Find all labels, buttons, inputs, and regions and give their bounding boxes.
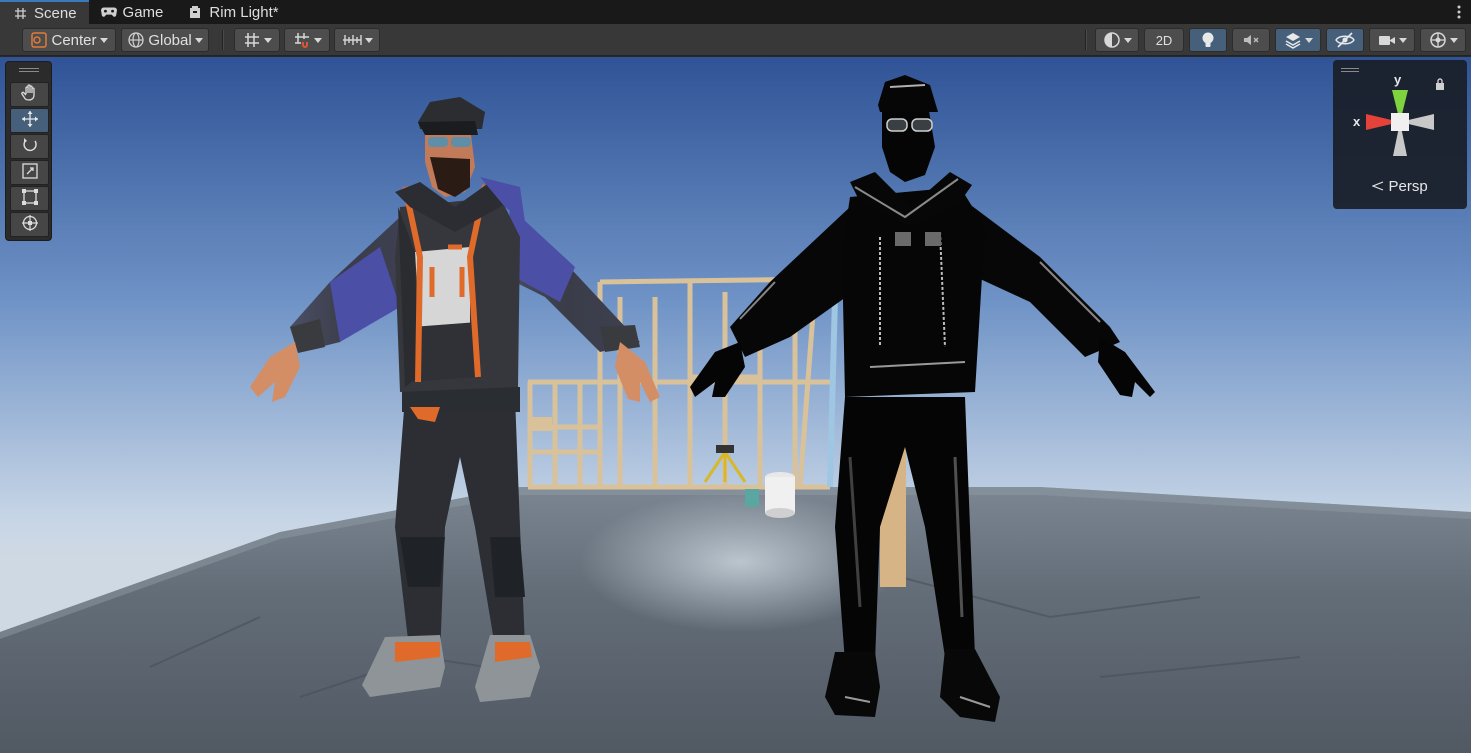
file-icon: [187, 4, 203, 20]
scale-icon: [21, 162, 39, 183]
scene-visibility-button[interactable]: [1326, 28, 1364, 52]
tab-label: Rim Light*: [209, 3, 279, 21]
rect-tool-button[interactable]: [10, 186, 49, 211]
tab-game[interactable]: Game: [89, 0, 176, 24]
view-tool-button[interactable]: [10, 82, 49, 107]
shading-sphere-icon: [1103, 31, 1121, 49]
rect-transform-icon: [21, 188, 39, 209]
rotate-icon: [21, 136, 39, 157]
projection-toggle[interactable]: Persp: [1333, 178, 1467, 195]
orientation-gizmo[interactable]: y x Persp: [1333, 60, 1467, 209]
projection-label: Persp: [1388, 178, 1428, 195]
camera-icon: [1378, 33, 1396, 47]
perspective-icon: [1371, 178, 1388, 195]
transform-combined-icon: [21, 214, 39, 235]
globe-icon: [127, 31, 145, 49]
gizmos-dropdown[interactable]: [1420, 28, 1466, 52]
transform-tool-button[interactable]: [10, 212, 49, 237]
chevron-down-icon: [1398, 37, 1407, 43]
rotate-tool-button[interactable]: [10, 134, 49, 159]
tab-label: Scene: [34, 4, 77, 22]
move-arrows-icon: [21, 110, 39, 131]
pivot-label: Center: [51, 31, 97, 49]
move-tool-button[interactable]: [10, 108, 49, 133]
camera-settings-dropdown[interactable]: [1369, 28, 1415, 52]
toggle-2d-button[interactable]: 2D: [1144, 28, 1184, 52]
grid-icon: [243, 31, 261, 49]
chevron-down-icon: [364, 37, 373, 43]
chevron-down-icon: [263, 37, 272, 43]
chevron-down-icon: [1449, 37, 1458, 43]
tab-scene[interactable]: Scene: [0, 0, 89, 24]
mute-speaker-icon: [1242, 32, 1260, 48]
grid-snapping-dropdown[interactable]: [284, 28, 330, 52]
effects-layers-icon: [1284, 31, 1302, 49]
grid-visibility-dropdown[interactable]: [234, 28, 280, 52]
gizmo-globe-icon: [1429, 31, 1447, 49]
tab-bar: Scene Game Rim Light*: [0, 0, 1471, 24]
chevron-down-icon: [1304, 37, 1313, 43]
chevron-down-icon: [313, 37, 322, 43]
gamepad-icon: [100, 4, 117, 20]
pivot-icon: [30, 31, 48, 49]
toggle-audio-button[interactable]: [1232, 28, 1270, 52]
lightbulb-icon: [1201, 31, 1215, 49]
increment-snapping-dropdown[interactable]: [334, 28, 380, 52]
more-options-icon[interactable]: [1447, 0, 1471, 24]
scene-toolbar: Center Global 2D: [0, 24, 1471, 56]
tab-label: Game: [122, 3, 164, 21]
gizmo-x-label: x: [1353, 114, 1361, 129]
hash-icon: [12, 5, 28, 21]
scene-render: [0, 57, 1471, 753]
chevron-down-icon: [1123, 37, 1132, 43]
toggle-lighting-button[interactable]: [1189, 28, 1227, 52]
eye-hidden-icon: [1335, 32, 1355, 48]
effects-dropdown[interactable]: [1275, 28, 1321, 52]
gizmo-y-label: y: [1394, 72, 1402, 87]
scale-tool-button[interactable]: [10, 160, 49, 185]
chevron-down-icon: [99, 37, 108, 43]
space-label: Global: [148, 31, 192, 49]
space-mode-dropdown[interactable]: Global: [121, 28, 209, 52]
scene-viewport[interactable]: [0, 57, 1471, 753]
chevron-down-icon: [194, 37, 203, 43]
pivot-mode-dropdown[interactable]: Center: [22, 28, 116, 52]
draw-mode-dropdown[interactable]: [1095, 28, 1139, 52]
hand-icon: [20, 84, 39, 105]
grid-snap-icon: [293, 31, 311, 49]
ruler-icon: [342, 31, 362, 49]
toggle-2d-label: 2D: [1155, 32, 1173, 48]
tab-rim-light[interactable]: Rim Light*: [175, 0, 290, 24]
transform-tools-overlay: [5, 61, 52, 241]
